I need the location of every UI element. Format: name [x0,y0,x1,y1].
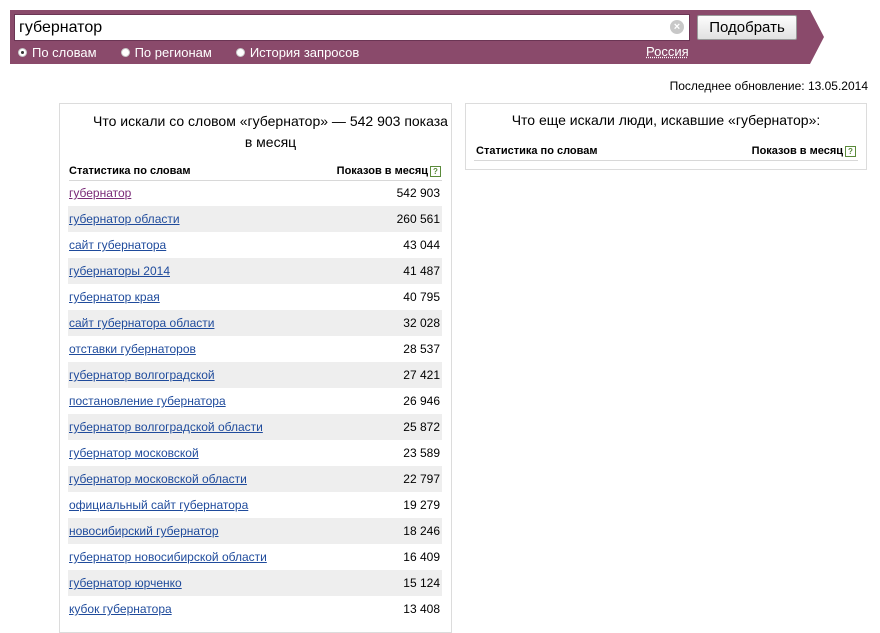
phrase-link[interactable]: губернатор новосибирской области [69,550,267,564]
shows-count: 22 797 [403,472,440,486]
table-row: сайт губернатора 43 044 [68,232,442,258]
phrase-link[interactable]: официальный сайт губернатора [69,498,248,512]
phrase-link[interactable]: губернатор юрченко [69,576,182,590]
col-header-words: Статистика по словам [69,165,191,177]
table-row: губернатор края 40 795 [68,284,442,310]
search-box[interactable]: × [14,14,690,41]
col-header-shows-label: Показов в месяц [336,165,428,177]
mode-history[interactable]: История запросов [235,45,360,60]
table-row: официальный сайт губернатора 19 279 [68,492,442,518]
phrase-link[interactable]: губернатор московской [69,446,199,460]
phrase-link[interactable]: губернатор области [69,212,180,226]
shows-count: 15 124 [403,576,440,590]
shows-count: 25 872 [403,420,440,434]
phrase-link[interactable]: постановление губернатора [69,394,226,408]
words-panel-title: Что искали со словом «губернатор» — 542 … [93,113,448,150]
search-mode-group: По словам По регионам История запросов [18,44,383,61]
related-panel-title: Что еще искали люди, искавшие «губернато… [511,112,821,128]
shows-count: 43 044 [403,238,440,252]
mode-history-label: История запросов [249,45,360,60]
help-icon[interactable]: ? [845,146,856,157]
shows-count: 27 421 [403,368,440,382]
phrase-link[interactable]: сайт губернатора [69,238,166,252]
submit-button[interactable]: Подобрать [697,15,797,40]
mode-by-words-label: По словам [32,45,97,60]
phrase-link[interactable]: отставки губернаторов [69,342,196,356]
table-row: губернаторы 2014 41 487 [68,258,442,284]
shows-count: 40 795 [403,290,440,304]
phrase-list: губернатор 542 903 губернатор области 260 5… [68,180,442,622]
phrase-link[interactable]: губернатор края [69,290,160,304]
shows-count: 19 279 [403,498,440,512]
phrase-link[interactable]: сайт губернатора области [69,316,214,330]
header-arrow-decoration [810,10,824,64]
radio-icon-checked[interactable] [18,48,27,57]
shows-count: 26 946 [403,394,440,408]
mode-by-words[interactable]: По словам [18,45,97,60]
table-row: губернатор области 260 561 [68,206,442,232]
related-searches-panel: Что еще искали люди, искавшие «губернато… [465,103,867,170]
shows-count: 23 589 [403,446,440,460]
shows-count: 16 409 [403,550,440,564]
help-icon[interactable]: ? [430,166,441,177]
table-row: губернатор московской области 22 797 [68,466,442,492]
mode-by-regions[interactable]: По регионам [120,45,212,60]
shows-count: 13 408 [403,602,440,616]
related-col-header-shows: Показов в месяц? [752,145,856,157]
shows-count: 260 561 [396,212,440,226]
table-row: постановление губернатора 26 946 [68,388,442,414]
phrase-link[interactable]: новосибирский губернатор [69,524,219,538]
table-row: губернатор юрченко 15 124 [68,570,442,596]
region-selector-link[interactable]: Россия [646,44,689,59]
last-update-text: Последнее обновление: 13.05.2014 [669,79,868,93]
table-row: губернатор волгоградской области 25 872 [68,414,442,440]
table-row: губернатор 542 903 [68,180,442,206]
phrase-link[interactable]: губернатор волгоградской области [69,420,263,434]
related-col-header-shows-label: Показов в месяц [751,145,843,157]
table-row: новосибирский губернатор 18 246 [68,518,442,544]
shows-count: 542 903 [396,186,440,200]
table-row: сайт губернатора области 32 028 [68,310,442,336]
related-col-header-words: Статистика по словам [476,145,598,157]
table-row: губернатор волгоградской 27 421 [68,362,442,388]
shows-count: 18 246 [403,524,440,538]
phrase-link[interactable]: кубок губернатора [69,602,172,616]
radio-icon[interactable] [120,48,130,57]
table-row: губернатор московской 23 589 [68,440,442,466]
shows-count: 28 537 [403,342,440,356]
table-row: отставки губернаторов 28 537 [68,336,442,362]
mode-by-regions-label: По регионам [134,45,212,60]
phrase-link[interactable]: губернатор [69,186,131,200]
radio-icon[interactable] [235,48,245,57]
phrase-link[interactable]: губернатор волгоградской [69,368,215,382]
search-input[interactable] [19,17,659,38]
clear-icon[interactable]: × [670,20,684,34]
shows-count: 32 028 [403,316,440,330]
col-header-shows: Показов в месяц? [337,165,441,177]
related-header-divider [474,160,858,161]
phrase-link[interactable]: губернаторы 2014 [69,264,170,278]
table-row: губернатор новосибирской области 16 409 [68,544,442,570]
shows-count: 41 487 [403,264,440,278]
phrase-link[interactable]: губернатор московской области [69,472,247,486]
table-row: кубок губернатора 13 408 [68,596,442,622]
